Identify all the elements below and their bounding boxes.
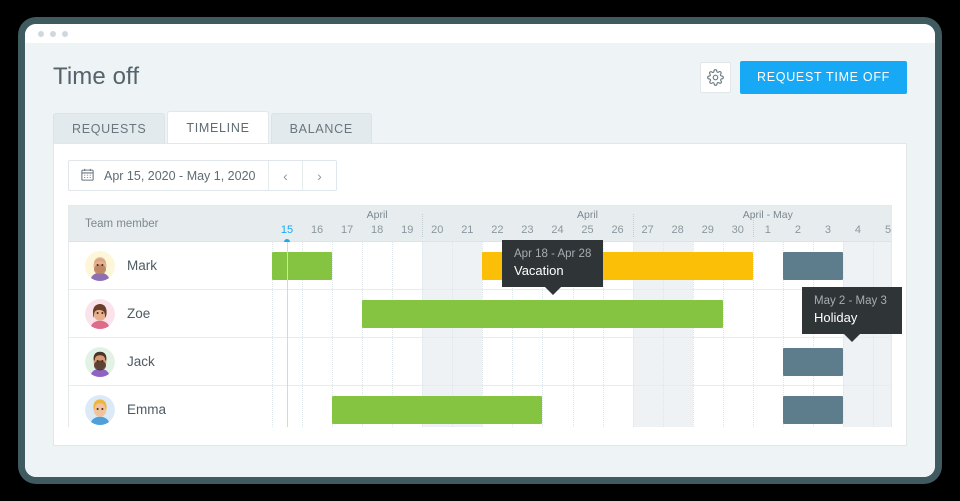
member-name: Jack [127, 354, 155, 369]
gantt-header: Team member AprilAprilApril - May1516171… [69, 206, 891, 242]
day-label-22[interactable]: 22 [491, 224, 503, 236]
avatar-emma [85, 395, 115, 425]
window-dot-close[interactable] [38, 31, 44, 37]
day-label-19[interactable]: 19 [401, 224, 413, 236]
day-label-3[interactable]: 3 [825, 224, 831, 236]
tab-bar: REQUESTS TIMELINE BALANCE [53, 111, 907, 143]
member-name: Emma [127, 402, 166, 417]
settings-button[interactable] [700, 62, 731, 93]
day-label-29[interactable]: 29 [702, 224, 714, 236]
day-label-26[interactable]: 26 [611, 224, 623, 236]
date-range-bar: Apr 15, 2020 - May 1, 2020 ‹ › [68, 160, 337, 191]
day-label-30[interactable]: 30 [732, 224, 744, 236]
avatar-zoe [85, 299, 115, 329]
day-label-27[interactable]: 27 [642, 224, 654, 236]
member-cell[interactable]: Mark [69, 242, 272, 289]
gear-icon [707, 69, 724, 86]
today-line [287, 242, 288, 427]
timeline-bar-holiday[interactable] [783, 252, 843, 280]
avatar-mark [85, 251, 115, 281]
tooltip-vacation: Apr 18 - Apr 28 Vacation [502, 240, 603, 287]
day-label-24[interactable]: 24 [551, 224, 563, 236]
team-member-column-header: Team member [85, 206, 159, 242]
tooltip-title: Vacation [514, 263, 591, 278]
day-label-23[interactable]: 23 [521, 224, 533, 236]
timeline-panel: Apr 15, 2020 - May 1, 2020 ‹ › Team memb… [53, 143, 907, 446]
day-label-21[interactable]: 21 [461, 224, 473, 236]
gantt-chart: Team member AprilAprilApril - May1516171… [68, 205, 892, 427]
tooltip-arrow [844, 334, 860, 342]
tooltip-arrow [545, 287, 561, 295]
window-titlebar [25, 24, 935, 43]
month-label: April [367, 209, 388, 221]
table-row[interactable]: Jack [69, 338, 891, 386]
member-name: Mark [127, 258, 157, 273]
tooltip-title: Holiday [814, 310, 890, 325]
day-label-4[interactable]: 4 [855, 224, 861, 236]
next-period-button[interactable]: › [302, 161, 336, 190]
day-label-1[interactable]: 1 [765, 224, 771, 236]
tab-balance[interactable]: BALANCE [271, 113, 372, 143]
timeline-bar-holiday[interactable] [783, 396, 843, 424]
calendar-icon [80, 167, 95, 185]
window-dot-minimize[interactable] [50, 31, 56, 37]
member-cell[interactable]: Emma [69, 386, 272, 427]
month-separator [422, 214, 423, 237]
timeline-bar-holiday[interactable] [783, 348, 843, 376]
prev-period-button[interactable]: ‹ [268, 161, 302, 190]
browser-window: Time off REQUEST TIME OFF REQUESTS [25, 24, 935, 477]
header-actions: REQUEST TIME OFF [700, 61, 907, 94]
month-separator [753, 214, 754, 237]
day-label-25[interactable]: 25 [581, 224, 593, 236]
month-label: April - May [743, 209, 793, 221]
day-label-15[interactable]: 15 [281, 224, 293, 236]
request-time-off-button[interactable]: REQUEST TIME OFF [740, 61, 907, 94]
page-title: Time off [53, 63, 139, 91]
tooltip-range: Apr 18 - Apr 28 [514, 248, 591, 260]
member-name: Zoe [127, 306, 150, 321]
member-cell[interactable]: Zoe [69, 290, 272, 337]
month-separator [633, 214, 634, 237]
window-dot-maximize[interactable] [62, 31, 68, 37]
date-range-value: Apr 15, 2020 - May 1, 2020 [104, 169, 255, 183]
timeline-bar-vacation[interactable] [332, 396, 542, 424]
day-label-5[interactable]: 5 [885, 224, 891, 236]
device-frame: Time off REQUEST TIME OFF REQUESTS [18, 17, 942, 484]
timeline-bar-vacation[interactable] [272, 252, 332, 280]
tab-requests[interactable]: REQUESTS [53, 113, 165, 143]
day-label-28[interactable]: 28 [672, 224, 684, 236]
day-label-18[interactable]: 18 [371, 224, 383, 236]
app-content: Time off REQUEST TIME OFF REQUESTS [25, 43, 935, 477]
tab-timeline[interactable]: TIMELINE [167, 111, 268, 143]
day-label-20[interactable]: 20 [431, 224, 443, 236]
table-row[interactable]: Mark [69, 242, 891, 290]
day-label-2[interactable]: 2 [795, 224, 801, 236]
app-header: Time off REQUEST TIME OFF [53, 43, 907, 111]
member-cell[interactable]: Jack [69, 338, 272, 385]
timeline-bar-vacation[interactable] [362, 300, 723, 328]
avatar-jack [85, 347, 115, 377]
gantt-body: Mark Zoe Jac [69, 242, 891, 427]
day-label-16[interactable]: 16 [311, 224, 323, 236]
month-label: April [577, 209, 598, 221]
day-label-17[interactable]: 17 [341, 224, 353, 236]
date-range-picker[interactable]: Apr 15, 2020 - May 1, 2020 [69, 161, 268, 190]
tooltip-holiday: May 2 - May 3 Holiday [802, 287, 902, 334]
tooltip-range: May 2 - May 3 [814, 295, 890, 307]
